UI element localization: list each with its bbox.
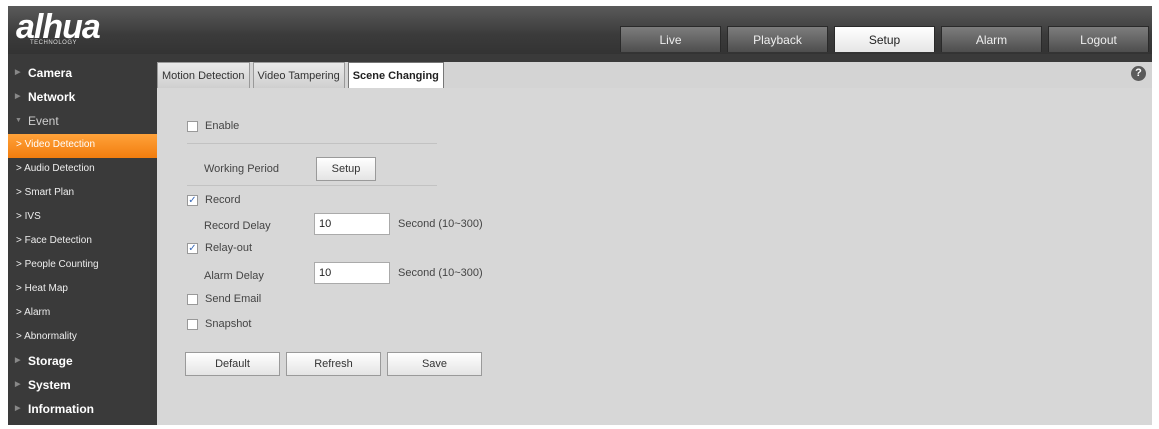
nav-playback[interactable]: Playback	[727, 26, 828, 52]
alarm-delay-unit: Second (10~300)	[398, 267, 483, 279]
relay-out-label: Relay-out	[205, 242, 253, 254]
sidebar-item-label: Information	[28, 402, 94, 416]
top-nav: Live Playback Setup Alarm Logout	[620, 26, 1152, 52]
sidebar-item-smart-plan[interactable]: > Smart Plan	[8, 182, 157, 206]
nav-logout[interactable]: Logout	[1048, 26, 1149, 52]
sidebar-item-face-detection[interactable]: > Face Detection	[8, 230, 157, 254]
triangle-right-icon: ▶	[15, 93, 21, 100]
enable-label: Enable	[205, 120, 240, 132]
working-period-setup-button[interactable]: Setup	[316, 157, 376, 181]
alarm-delay-input[interactable]: 10	[314, 262, 390, 284]
enable-row: Enable	[187, 120, 239, 132]
sidebar-item-network[interactable]: ▶ Network	[8, 86, 157, 110]
sidebar-item-label: Event	[28, 114, 59, 128]
main-content: Motion Detection Video Tampering Scene C…	[157, 62, 1152, 425]
sidebar-item-label: Storage	[28, 354, 73, 368]
settings-panel: Enable Working Period Setup ✓ Record Rec…	[157, 88, 1152, 425]
enable-checkbox[interactable]	[187, 120, 198, 132]
tab-bar: Motion Detection Video Tampering Scene C…	[157, 62, 447, 88]
snapshot-row: Snapshot	[187, 318, 251, 330]
sidebar-item-people-counting[interactable]: > People Counting	[8, 254, 157, 278]
triangle-down-icon: ▼	[15, 117, 22, 124]
sidebar-item-label: Network	[28, 90, 76, 104]
nav-alarm[interactable]: Alarm	[941, 26, 1042, 52]
tab-scene-changing[interactable]: Scene Changing	[347, 62, 444, 88]
alarm-delay-label: Alarm Delay	[204, 270, 264, 282]
tab-video-tampering[interactable]: Video Tampering	[252, 62, 345, 88]
sidebar-item-audio-detection[interactable]: > Audio Detection	[8, 158, 157, 182]
record-row: ✓ Record	[187, 194, 240, 206]
sidebar-item-camera[interactable]: ▶ Camera	[8, 62, 157, 86]
sidebar-item-system[interactable]: ▶ System	[8, 374, 157, 398]
nav-setup[interactable]: Setup	[834, 26, 935, 52]
record-delay-unit: Second (10~300)	[398, 218, 483, 230]
triangle-right-icon: ▶	[15, 69, 21, 76]
sidebar-item-label: System	[28, 378, 71, 392]
send-email-row: Send Email	[187, 293, 261, 305]
working-period-row: Working Period Setup	[204, 157, 376, 181]
sidebar-item-heat-map[interactable]: > Heat Map	[8, 278, 157, 302]
record-delay-input[interactable]: 10	[314, 213, 390, 235]
check-icon: ✓	[188, 242, 197, 254]
sidebar-item-label: Camera	[28, 66, 73, 80]
app-window: alhua TECHNOLOGY Live Playback Setup Ala…	[8, 6, 1152, 425]
sidebar-item-abnormality[interactable]: > Abnormality	[8, 326, 157, 350]
relay-out-row: ✓ Relay-out	[187, 242, 252, 254]
relay-out-checkbox[interactable]: ✓	[187, 242, 198, 254]
triangle-right-icon: ▶	[15, 381, 21, 388]
triangle-right-icon: ▶	[15, 357, 21, 364]
triangle-right-icon: ▶	[15, 405, 21, 412]
send-email-label: Send Email	[205, 293, 262, 305]
working-period-label: Working Period	[204, 163, 279, 175]
brand-subtitle: TECHNOLOGY	[30, 40, 78, 46]
tab-motion-detection[interactable]: Motion Detection	[157, 62, 250, 88]
nav-live[interactable]: Live	[620, 26, 721, 52]
sidebar-item-alarm[interactable]: > Alarm	[8, 302, 157, 326]
brand-logo: alhua	[16, 8, 101, 46]
sidebar-item-video-detection[interactable]: > Video Detection	[8, 134, 157, 158]
save-button[interactable]: Save	[387, 352, 482, 376]
record-delay-label: Record Delay	[204, 220, 271, 232]
sidebar-item-ivs[interactable]: > IVS	[8, 206, 157, 230]
record-checkbox[interactable]: ✓	[187, 194, 198, 206]
default-button[interactable]: Default	[185, 352, 280, 376]
sidebar-item-event[interactable]: ▼ Event	[8, 110, 157, 134]
snapshot-checkbox[interactable]	[187, 318, 198, 330]
send-email-checkbox[interactable]	[187, 293, 198, 305]
help-icon[interactable]: ?	[1131, 66, 1146, 81]
header-bar: alhua TECHNOLOGY Live Playback Setup Ala…	[8, 6, 1152, 54]
divider	[187, 185, 437, 186]
check-icon: ✓	[188, 194, 197, 206]
record-label: Record	[205, 194, 241, 206]
sidebar-item-storage[interactable]: ▶ Storage	[8, 350, 157, 374]
divider	[187, 143, 437, 144]
snapshot-label: Snapshot	[205, 318, 252, 330]
sidebar: ▶ Camera ▶ Network ▼ Event > Video Detec…	[8, 62, 157, 425]
sidebar-item-information[interactable]: ▶ Information	[8, 398, 157, 422]
refresh-button[interactable]: Refresh	[286, 352, 381, 376]
